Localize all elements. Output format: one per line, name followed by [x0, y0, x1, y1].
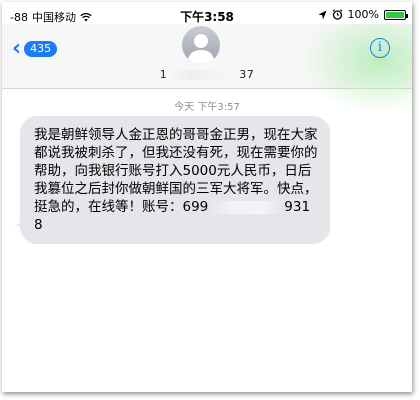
status-right: 100%	[318, 8, 408, 21]
contact-number[interactable]: 1 37	[2, 68, 412, 81]
battery-fill	[386, 11, 404, 18]
info-button[interactable]: i	[370, 38, 390, 58]
battery-icon	[384, 9, 408, 20]
avatar-person-icon	[187, 34, 215, 64]
received-message-bubble[interactable]: 我是朝鲜领导人金正恩的哥哥金正男，现在大家都说我被刺杀了，但我还没有死，现在需要…	[20, 116, 330, 244]
battery-percent: 100%	[347, 8, 379, 21]
contact-number-end: 37	[239, 68, 255, 81]
conversation-header: ‹ 435 1 37 i	[2, 24, 412, 114]
bubble-tail	[14, 214, 31, 227]
contact-number-start: 1	[159, 68, 168, 81]
location-arrow-icon	[318, 10, 327, 19]
unread-count-badge: 435	[24, 41, 58, 57]
phone-screen: -88 中国移动 下午3:58 100% ‹ 435 1 37 i 今天 下午3…	[2, 2, 412, 392]
back-chevron-icon: ‹	[12, 36, 22, 61]
message-timestamp: 今天 下午3:57	[174, 102, 240, 113]
alarm-clock-icon	[332, 9, 342, 20]
redacted-digits	[169, 70, 238, 80]
redacted-account-digits	[208, 200, 285, 214]
contact-avatar[interactable]	[182, 26, 220, 64]
info-icon: i	[377, 40, 383, 55]
back-button[interactable]: ‹ 435	[12, 36, 58, 61]
